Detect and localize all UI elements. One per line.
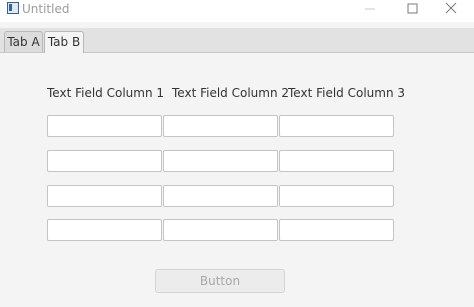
minimize-icon [365, 8, 375, 10]
maximize-button[interactable] [389, 0, 435, 22]
text-field-r2-c1[interactable] [47, 150, 162, 172]
text-field-r4-c1[interactable] [47, 219, 162, 241]
window-title: Untitled [22, 2, 70, 16]
close-button[interactable] [435, 0, 474, 22]
text-field-r3-c2[interactable] [163, 185, 278, 207]
action-button[interactable]: Button [155, 269, 285, 293]
text-field-r3-c3[interactable] [279, 185, 394, 207]
column-header-1: Text Field Column 1 [47, 86, 164, 100]
text-field-r4-c3[interactable] [279, 219, 394, 241]
text-field-r2-c3[interactable] [279, 150, 394, 172]
text-field-r3-c1[interactable] [47, 185, 162, 207]
minimize-button[interactable] [347, 0, 393, 22]
text-field-r4-c2[interactable] [163, 219, 278, 241]
app-icon [7, 2, 19, 14]
tab-header: Tab A Tab B [0, 28, 474, 53]
maximize-icon [407, 3, 418, 14]
tab-a[interactable]: Tab A [4, 31, 43, 52]
text-field-r2-c2[interactable] [163, 150, 278, 172]
close-icon [445, 2, 457, 14]
text-field-r1-c2[interactable] [163, 115, 278, 137]
column-header-3: Text Field Column 3 [288, 86, 405, 100]
text-field-r1-c1[interactable] [47, 115, 162, 137]
text-field-r1-c3[interactable] [279, 115, 394, 137]
title-bar: Untitled [0, 0, 474, 22]
column-header-2: Text Field Column 2 [172, 86, 289, 100]
tab-content: Text Field Column 1 Text Field Column 2 … [0, 53, 474, 307]
tab-b[interactable]: Tab B [44, 31, 84, 53]
